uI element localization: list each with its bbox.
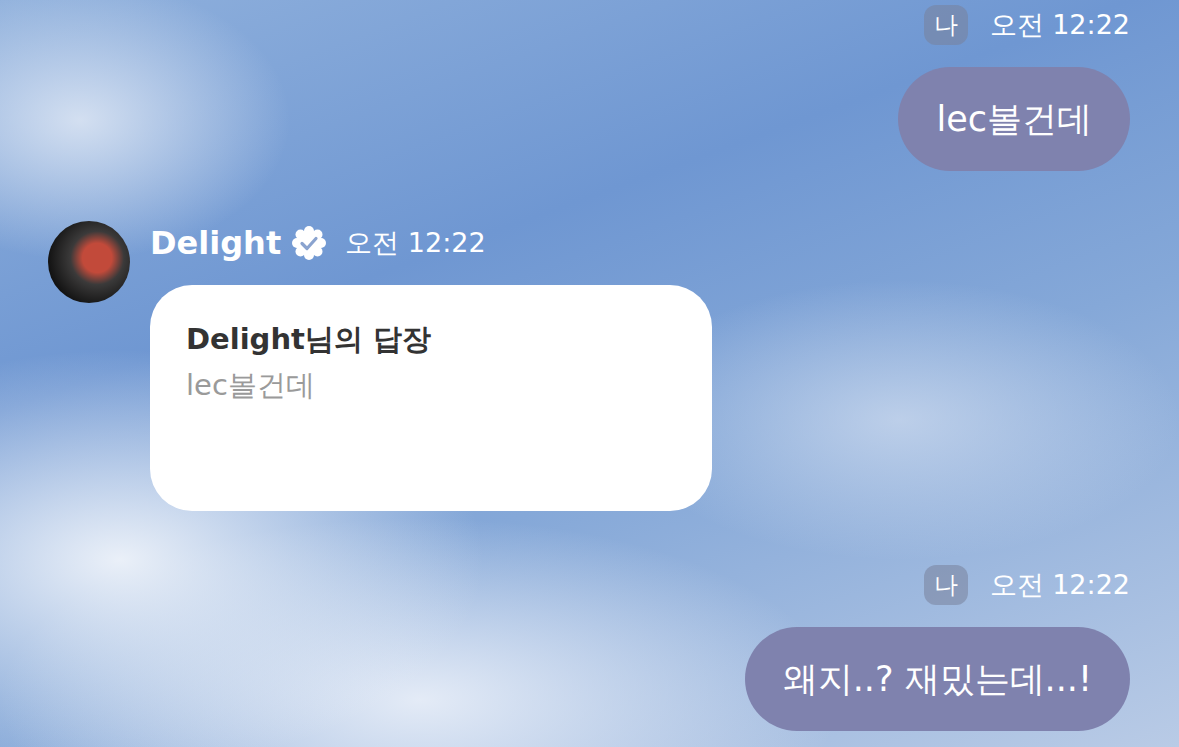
message-meta: 나 오전 12:22 [924,5,1130,45]
message-meta: 나 오전 12:22 [924,565,1130,605]
reply-message: Delight 오전 12:22 Delight님의 답장lec볼건데 [48,221,1130,511]
message-time: 오전 12:22 [990,7,1130,43]
reply-title: Delight님의 답장 [186,319,676,359]
message-meta: Delight 오전 12:22 [150,221,712,265]
chat-view: 나오전 12:22lec볼건데Delight오전 12:22Delight님의 … [0,0,1179,747]
message-bubble[interactable]: lec볼건데 [898,67,1130,171]
message-bubble[interactable]: 왜지..? 재밌는데...! [745,627,1130,731]
reply-column: Delight 오전 12:22 Delight님의 답장lec볼건데 [150,221,712,511]
sender-name[interactable]: Delight [150,224,281,262]
verified-icon [291,225,327,261]
reply-quote: lec볼건데 [186,363,676,407]
sender-badge: 나 [924,5,968,45]
sender-badge: 나 [924,565,968,605]
message-time: 오전 12:22 [990,567,1130,603]
reply-card[interactable]: Delight님의 답장lec볼건데 [150,285,712,511]
avatar-image[interactable] [48,221,130,303]
my-message: 나 오전 12:22 lec볼건데 [48,5,1130,171]
message-time: 오전 12:22 [345,225,485,261]
my-message: 나 오전 12:22 왜지..? 재밌는데...! [48,565,1130,731]
